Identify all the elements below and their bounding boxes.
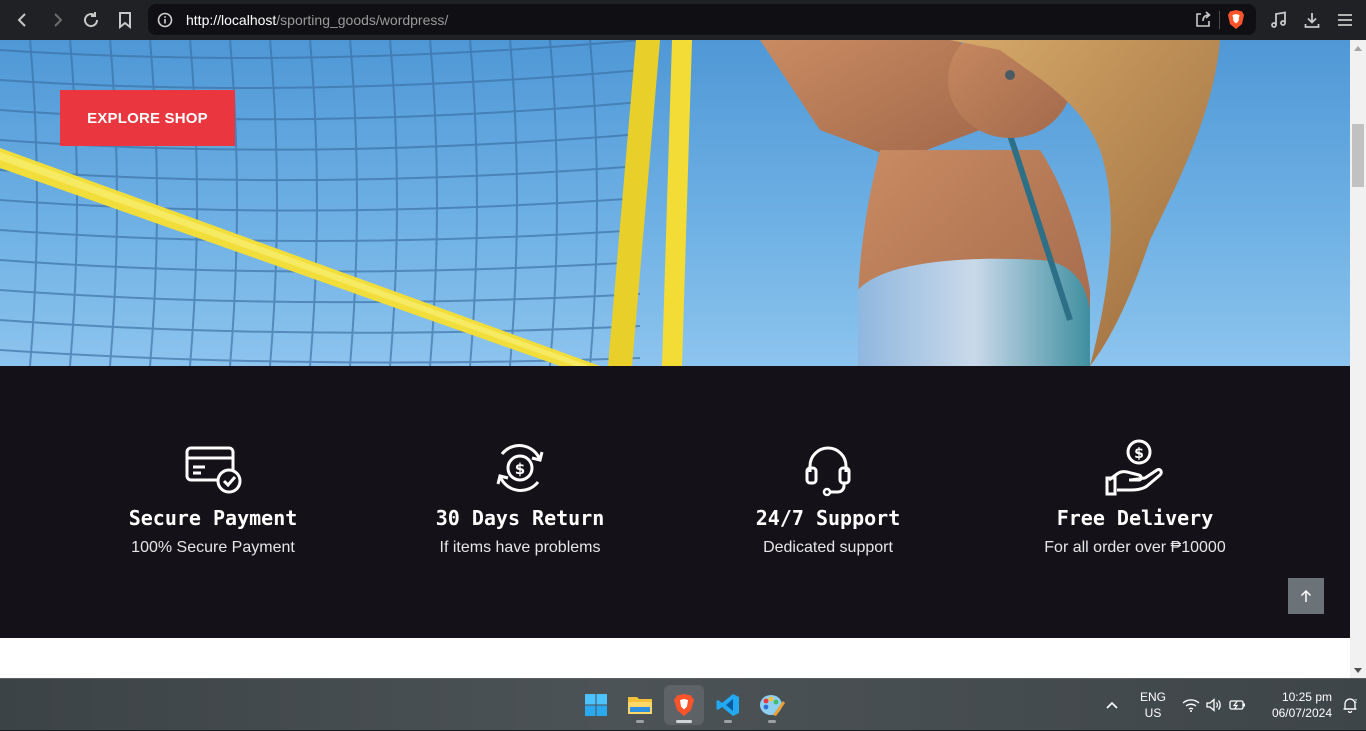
credit-card-check-icon <box>185 446 242 494</box>
feature-subtitle: 100% Secure Payment <box>131 539 295 556</box>
running-indicator <box>636 720 644 723</box>
running-indicator <box>724 720 732 723</box>
menu-button[interactable] <box>1328 0 1361 40</box>
scroll-up-arrow[interactable] <box>1354 46 1362 51</box>
running-indicator <box>676 720 692 723</box>
feature-subtitle: For all order over ₱10000 <box>1044 539 1226 556</box>
clock-time: 10:25 pm <box>1281 690 1332 704</box>
feature-subtitle: If items have problems <box>439 539 601 556</box>
arrow-up-icon <box>1300 589 1312 602</box>
hand-coin-icon: $ <box>1105 439 1163 496</box>
back-button[interactable] <box>6 3 40 37</box>
bookmark-icon <box>119 12 131 29</box>
chevron-right-icon <box>54 13 63 27</box>
battery-charging-icon <box>1229 700 1245 710</box>
hamburger-menu-icon <box>1337 14 1352 26</box>
feature-support: 24/7 Support Dedicated support <box>678 438 978 557</box>
feature-returns: $ 30 Days Return If items have problems <box>370 438 670 557</box>
volume-icon <box>1206 698 1221 712</box>
address-bar[interactable]: http://localhost/sporting_goods/wordpres… <box>148 4 1256 35</box>
headset-icon <box>805 446 851 497</box>
browser-toolbar: http://localhost/sporting_goods/wordpres… <box>0 0 1366 40</box>
share-icon[interactable] <box>1194 10 1212 28</box>
quick-settings-button[interactable] <box>1182 698 1246 712</box>
downloads-button[interactable] <box>1295 0 1328 40</box>
region-text: US <box>1144 706 1162 720</box>
show-hidden-icons-button[interactable] <box>1100 679 1124 731</box>
url-path: /sporting_goods/wordpress/ <box>276 11 449 28</box>
taskbar-brave[interactable] <box>664 685 704 725</box>
svg-text:$: $ <box>515 460 525 478</box>
toolbar-right-icons <box>1262 0 1361 40</box>
clock[interactable]: 10:25 pm 06/07/2024 <box>1268 689 1332 721</box>
scroll-to-top-button[interactable] <box>1288 578 1324 614</box>
svg-text:z: z <box>1354 698 1357 705</box>
paint-icon <box>760 695 785 716</box>
volleyball-hero-image <box>0 40 1220 366</box>
taskbar-paint[interactable] <box>752 685 792 725</box>
refresh-dollar-icon: $ <box>496 444 544 492</box>
system-tray: ENG US 10:25 pm 06/07/2024 z <box>1100 679 1360 731</box>
feature-subtitle: Dedicated support <box>763 539 893 556</box>
url-host: http://localhost <box>186 11 277 28</box>
reload-icon <box>84 12 99 28</box>
feature-title: 24/7 Support <box>755 506 901 530</box>
file-explorer-icon <box>628 697 652 714</box>
chevron-left-icon <box>17 13 26 27</box>
notification-bell-icon: z <box>1343 698 1357 713</box>
taskbar-vscode[interactable] <box>708 685 748 725</box>
wifi-icon <box>1182 699 1200 712</box>
page-scrollbar[interactable] <box>1350 40 1366 678</box>
music-note-icon <box>1270 11 1286 28</box>
brave-browser-icon <box>674 694 694 716</box>
feature-title: Free Delivery <box>1056 506 1214 530</box>
feature-delivery: $ Free Delivery For all order over ₱1000… <box>985 438 1285 557</box>
scroll-down-arrow[interactable] <box>1354 668 1362 673</box>
windows-taskbar: ENG US 10:25 pm 06/07/2024 z <box>0 678 1366 730</box>
reload-button[interactable] <box>74 3 108 37</box>
notifications-button[interactable]: z <box>1340 697 1360 713</box>
forward-button[interactable] <box>40 3 74 37</box>
url-text[interactable]: http://localhost/sporting_goods/wordpres… <box>186 12 448 28</box>
explore-shop-button[interactable]: EXPLORE SHOP <box>60 90 235 146</box>
features-section: Secure Payment 100% Secure Payment $ 30 … <box>0 366 1350 638</box>
scrollbar-thumb[interactable] <box>1352 124 1364 187</box>
media-button[interactable] <box>1262 0 1295 40</box>
svg-text:$: $ <box>1134 446 1144 462</box>
running-indicator <box>768 720 776 723</box>
bookmark-button[interactable] <box>108 3 142 37</box>
language-text: ENG <box>1139 690 1166 704</box>
vscode-icon <box>716 694 739 716</box>
feature-title: Secure Payment <box>128 506 298 530</box>
download-icon <box>1304 13 1319 28</box>
chevron-up-icon <box>1106 701 1118 709</box>
site-info-icon[interactable] <box>156 11 174 29</box>
feature-title: 30 Days Return <box>435 506 605 530</box>
brave-shields-icon[interactable] <box>1226 9 1246 30</box>
input-language-indicator[interactable]: ENG US <box>1138 689 1168 721</box>
clock-date: 06/07/2024 <box>1271 706 1332 720</box>
start-button[interactable] <box>576 685 616 725</box>
hero-banner: EXPLORE SHOP <box>0 40 1350 366</box>
windows-start-icon <box>585 694 607 716</box>
taskbar-file-explorer[interactable] <box>620 685 660 725</box>
feature-secure-payment: Secure Payment 100% Secure Payment <box>63 438 363 557</box>
toolbar-divider <box>1219 11 1220 29</box>
